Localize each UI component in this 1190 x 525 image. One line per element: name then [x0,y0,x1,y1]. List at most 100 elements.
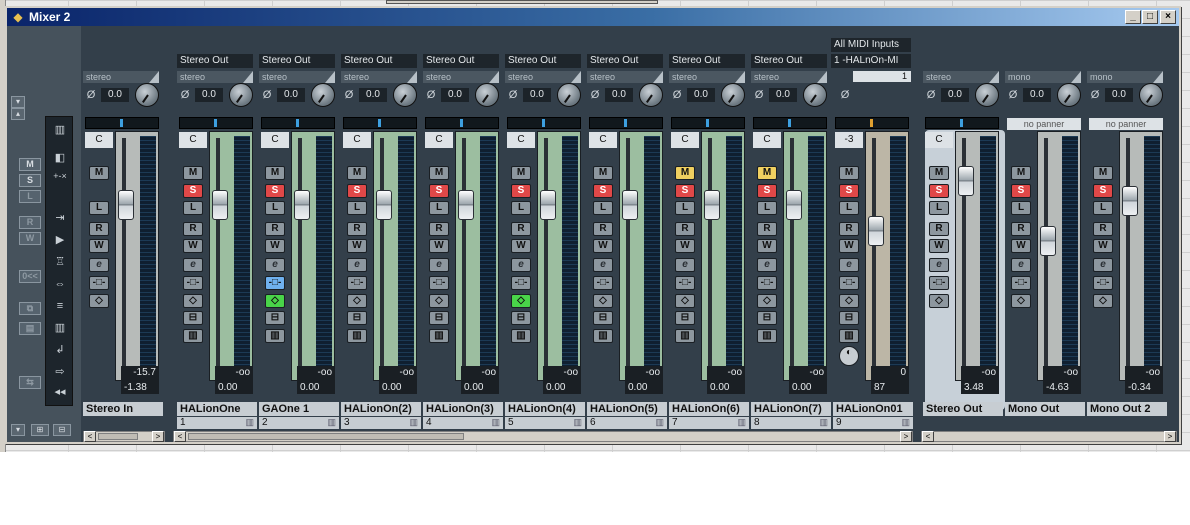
pan-slider[interactable] [671,117,745,129]
channel-mode[interactable]: stereo [423,71,499,83]
phase-icon[interactable]: Ø [753,89,765,101]
settings-icon[interactable]: ⇆ [19,376,41,389]
write-button[interactable]: W [839,239,859,253]
solo-button[interactable]: S [929,184,949,198]
edit-button[interactable]: e [839,258,859,272]
read-button[interactable]: R [429,222,449,236]
speaker-icon[interactable]: ◐ [839,346,859,366]
pan-value[interactable]: C [671,132,699,148]
edit-button[interactable]: e [347,258,367,272]
input-gain[interactable]: 0.0 [359,88,387,102]
wide-view-icon[interactable]: ◧ [51,151,69,165]
write-button[interactable]: W [89,239,109,253]
read-button[interactable]: R [593,222,613,236]
channel-mode[interactable]: stereo [505,71,581,83]
volume-fader[interactable] [376,190,392,220]
phase-icon[interactable]: Ø [925,89,937,101]
view-options-icon[interactable]: +-× [51,169,69,183]
channel-mode[interactable]: stereo [83,71,159,83]
edit-button[interactable]: e [593,258,613,272]
pan-slider[interactable] [753,117,827,129]
read-button[interactable]: R [347,222,367,236]
insert-icon[interactable]: -□- [593,276,613,290]
edit-button[interactable]: e [265,258,285,272]
output-routing[interactable]: Stereo Out [341,54,417,68]
pan-slider[interactable] [589,117,663,129]
edit-button[interactable]: e [757,258,777,272]
read-button[interactable]: R [1093,222,1113,236]
gain-knob[interactable] [721,83,745,107]
fader-track[interactable] [458,138,474,372]
eq-icon[interactable]: ◇ [265,294,285,308]
mute-button[interactable]: M [1011,166,1031,180]
fader-track[interactable] [958,138,974,372]
channel-mode[interactable]: stereo [587,71,663,83]
channel-name[interactable]: HALionOn(5) [587,402,667,416]
input-gain[interactable]: 0.0 [769,88,797,102]
mute-button[interactable]: M [265,166,285,180]
eq-icon[interactable]: ◇ [593,294,613,308]
pan-slider[interactable] [85,117,159,129]
eq-icon[interactable]: ◇ [675,294,695,308]
pan-slider[interactable] [925,117,999,129]
insert-icon[interactable]: -□- [675,276,695,290]
eq-icon[interactable]: ◇ [347,294,367,308]
volume-fader[interactable] [958,166,974,196]
eq-icon[interactable]: ◇ [1011,294,1031,308]
channel-name[interactable]: HALionOn(2) [341,402,421,416]
keyboard-icon[interactable]: ▥ [757,329,777,343]
gain-knob[interactable] [229,83,253,107]
volume-fader[interactable] [786,190,802,220]
insert-icon[interactable]: -□- [183,276,203,290]
gain-knob[interactable] [975,83,999,107]
global-mute-button[interactable]: M [19,158,41,171]
keyboard-icon[interactable]: ▥ [265,329,285,343]
read-button[interactable]: R [89,222,109,236]
insert-icon[interactable]: -□- [265,276,285,290]
volume-fader[interactable] [212,190,228,220]
send-icon[interactable]: ⊟ [347,311,367,325]
write-button[interactable]: W [511,239,531,253]
title-bar[interactable]: ◆ Mixer 2 _ □ × [7,8,1179,26]
insert-icon[interactable]: -□- [1011,276,1031,290]
volume-fader[interactable] [118,190,134,220]
read-button[interactable]: R [757,222,777,236]
scroll-right-icon[interactable]: > [900,431,912,442]
global-read-button[interactable]: R [19,216,41,229]
input-gain[interactable]: 0.0 [1023,88,1051,102]
read-button[interactable]: R [183,222,203,236]
pan-slider[interactable] [835,117,909,129]
input-gain[interactable]: 0.0 [941,88,969,102]
read-button[interactable]: R [1011,222,1031,236]
mute-button[interactable]: M [1093,166,1113,180]
scroll-left-icon[interactable]: < [922,431,934,442]
eq-icon[interactable]: ◇ [839,294,859,308]
pan-value[interactable]: C [343,132,371,148]
mute-button[interactable]: M [757,166,777,180]
input-gain[interactable]: 0.0 [523,88,551,102]
listen-button[interactable]: L [429,201,449,215]
phase-icon[interactable]: Ø [507,89,519,101]
input-gain[interactable]: 0.0 [687,88,715,102]
pan-value[interactable]: C [261,132,289,148]
phase-icon[interactable]: Ø [1007,89,1019,101]
scroll-thumb[interactable] [188,433,464,440]
channel-mode[interactable]: stereo [259,71,335,83]
volume-display[interactable]: -oo 0.00 [543,366,581,394]
volume-fader[interactable] [868,216,884,246]
solo-button[interactable]: S [757,184,777,198]
write-button[interactable]: W [429,239,449,253]
edit-button[interactable]: e [511,258,531,272]
volume-display[interactable]: -15.7 -1.38 [121,366,159,394]
insert-icon[interactable]: -□- [511,276,531,290]
output-routing[interactable]: Stereo Out [751,54,827,68]
solo-button[interactable]: S [183,184,203,198]
gain-knob[interactable] [475,83,499,107]
pan-value[interactable]: C [589,132,617,148]
listen-button[interactable]: L [265,201,285,215]
read-button[interactable]: R [929,222,949,236]
pan-slider[interactable] [343,117,417,129]
insert-icon[interactable]: -□- [839,276,859,290]
phase-icon[interactable]: Ø [671,89,683,101]
read-button[interactable]: R [265,222,285,236]
